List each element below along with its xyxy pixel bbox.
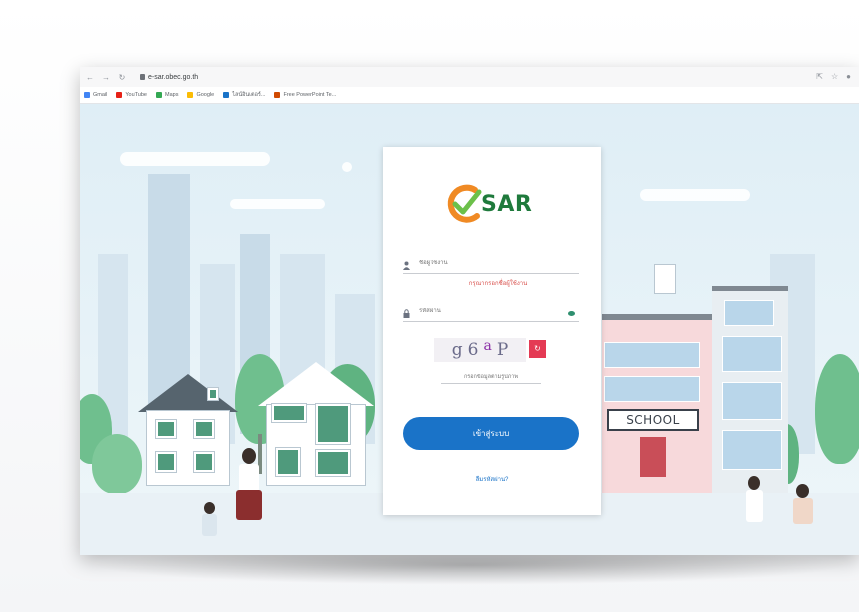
person-illustration	[788, 484, 818, 554]
captcha-image: g 6 a P	[434, 338, 526, 362]
bookmark-favicon-icon	[187, 92, 194, 98]
captcha-char: P	[496, 340, 509, 360]
bookmark-label: YouTube	[125, 92, 147, 98]
bookmark-label: Free PowerPoint Te...	[283, 92, 337, 98]
logo-check-icon	[447, 184, 482, 223]
school-window	[604, 376, 700, 402]
username-field	[403, 258, 579, 274]
bookmark-item[interactable]: Free PowerPoint Te...	[274, 92, 336, 98]
cloud	[342, 162, 352, 172]
house-window	[193, 419, 215, 439]
person-torso	[202, 514, 217, 536]
person-skirt	[236, 490, 262, 520]
back-icon[interactable]: ←	[86, 73, 94, 82]
house-window	[155, 419, 177, 439]
login-button[interactable]: เข้าสู่ระบบ	[403, 417, 579, 450]
captcha-char: g	[451, 340, 463, 360]
house-window	[315, 403, 351, 445]
password-input[interactable]	[419, 308, 569, 314]
bookmark-item[interactable]: Maps	[156, 92, 178, 98]
cloud	[230, 199, 325, 209]
bookmark-favicon-icon	[223, 92, 230, 98]
school-sign: SCHOOL	[607, 409, 699, 431]
show-password-icon[interactable]	[568, 311, 575, 316]
tree	[815, 354, 859, 464]
bookmark-label: Gmail	[93, 92, 108, 98]
person-head	[796, 484, 809, 498]
cloud	[640, 189, 750, 201]
lock-icon	[403, 309, 410, 318]
house-window	[271, 403, 307, 423]
house-window	[193, 451, 215, 473]
url-field[interactable]: e-sar.obec.go.th	[140, 74, 198, 81]
username-input[interactable]	[419, 260, 569, 266]
esar-logo: SAR	[445, 182, 545, 226]
profile-icon[interactable]: ●	[846, 72, 851, 81]
bookmark-favicon-icon	[156, 92, 162, 98]
address-bar: ← → ↻ e-sar.obec.go.th ⇱ ☆ ●	[80, 67, 859, 87]
school-door	[640, 437, 666, 477]
bookmark-label: Google	[196, 92, 215, 98]
user-icon	[403, 261, 410, 270]
bookmark-item[interactable]: Gmail	[84, 92, 107, 98]
reload-icon[interactable]: ↻	[118, 73, 126, 82]
login-card: SAR กรุณากรอกชื่อผู้ใช้งาน g 6 a P ↻	[383, 147, 601, 515]
house-window	[315, 449, 351, 477]
star-icon[interactable]: ☆	[831, 72, 838, 81]
tree	[92, 434, 142, 494]
share-icon[interactable]: ⇱	[816, 72, 823, 81]
person-head	[204, 502, 215, 514]
house-window	[275, 447, 301, 477]
bookmark-label: Maps	[165, 92, 179, 98]
person-illustration	[742, 476, 768, 555]
person-head	[242, 448, 256, 464]
bookmark-item[interactable]: YouTube	[116, 92, 147, 98]
school-window	[604, 342, 700, 368]
house-roof	[138, 374, 238, 412]
house-roof	[258, 362, 374, 406]
person-illustration	[230, 448, 270, 548]
bookmarks-bar: Gmail YouTube Maps Google ไลน์อินเตอร์..…	[80, 87, 859, 104]
school-window	[724, 300, 774, 326]
house-window	[207, 387, 219, 401]
house-window	[155, 451, 177, 473]
school-window	[722, 430, 782, 470]
browser-actions: ⇱ ☆ ●	[816, 72, 851, 81]
school-window	[722, 336, 782, 372]
captcha-input[interactable]	[441, 374, 541, 384]
bookmark-item[interactable]: Google	[187, 92, 214, 98]
forward-icon[interactable]: →	[102, 73, 110, 82]
bookmark-favicon-icon	[116, 92, 123, 98]
forgot-password-link[interactable]: ลืมรหัสผ่าน?	[383, 474, 601, 484]
browser-window: ← → ↻ e-sar.obec.go.th ⇱ ☆ ● Gmail YouTu…	[80, 67, 859, 555]
bookmark-favicon-icon	[274, 92, 281, 98]
username-error: กรุณากรอกชื่อผู้ใช้งาน	[468, 281, 528, 287]
person-torso	[793, 498, 813, 524]
bookmark-label: ไลน์อินเตอร์...	[232, 92, 266, 98]
person-head	[748, 476, 760, 490]
bookmark-item[interactable]: ไลน์อินเตอร์...	[223, 91, 265, 99]
person-torso	[239, 464, 259, 492]
school-window	[722, 382, 782, 420]
school-tower	[654, 264, 676, 294]
url-text: e-sar.obec.go.th	[148, 73, 199, 81]
captcha-char: 6	[467, 340, 479, 360]
refresh-captcha-icon[interactable]: ↻	[529, 340, 546, 358]
logo-text: SAR	[481, 192, 533, 217]
bookmark-favicon-icon	[84, 92, 90, 98]
password-field	[403, 306, 579, 322]
person-illustration	[198, 502, 222, 552]
captcha-char: a	[483, 338, 492, 354]
lock-icon	[140, 74, 145, 80]
person-torso	[746, 490, 763, 522]
cloud	[120, 152, 270, 166]
